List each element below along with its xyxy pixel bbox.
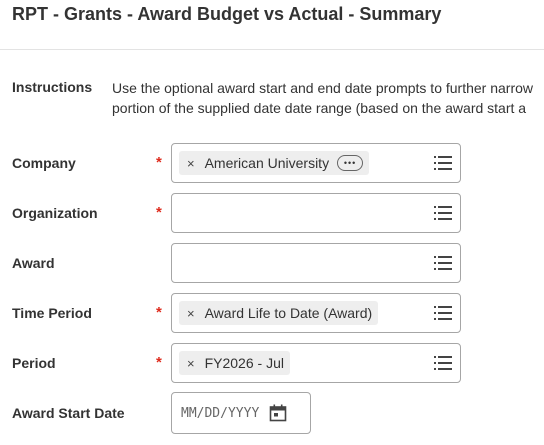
list-icon[interactable]: [434, 355, 452, 371]
header-divider: [0, 49, 544, 50]
company-selected-pill: × American University •••: [179, 151, 370, 175]
list-icon[interactable]: [434, 155, 452, 171]
remove-icon[interactable]: ×: [187, 306, 195, 321]
calendar-icon[interactable]: [269, 404, 287, 422]
period-value: FY2026 - Jul: [204, 355, 284, 371]
time-period-label: Time Period: [12, 305, 92, 321]
organization-required-marker: *: [156, 204, 162, 221]
period-field[interactable]: × FY2026 - Jul: [171, 343, 461, 383]
more-options-icon[interactable]: •••: [337, 155, 364, 171]
remove-icon[interactable]: ×: [187, 356, 195, 371]
instructions-line-2: portion of the supplied date date range …: [112, 100, 527, 116]
time-period-value: Award Life to Date (Award): [204, 305, 373, 321]
company-field[interactable]: × American University •••: [171, 143, 461, 183]
instructions-text: Use the optional award start and end dat…: [112, 78, 544, 118]
award-field[interactable]: [171, 243, 461, 283]
time-period-selected-pill: × Award Life to Date (Award): [179, 301, 379, 325]
award-start-date-field[interactable]: MM/DD/YYYY: [171, 392, 311, 434]
company-label: Company: [12, 155, 76, 171]
list-icon[interactable]: [434, 255, 452, 271]
organization-field[interactable]: [171, 193, 461, 233]
list-icon[interactable]: [434, 205, 452, 221]
award-label: Award: [12, 255, 55, 271]
period-label: Period: [12, 355, 56, 371]
company-required-marker: *: [156, 154, 162, 171]
list-icon[interactable]: [434, 305, 452, 321]
period-selected-pill: × FY2026 - Jul: [179, 351, 290, 375]
organization-label: Organization: [12, 205, 98, 221]
period-required-marker: *: [156, 354, 162, 371]
award-start-date-label: Award Start Date: [12, 405, 125, 421]
award-start-date-placeholder[interactable]: MM/DD/YYYY: [181, 406, 259, 421]
company-value: American University: [204, 155, 330, 171]
time-period-required-marker: *: [156, 304, 162, 321]
instructions-line-1: Use the optional award start and end dat…: [112, 80, 534, 96]
page-title: RPT - Grants - Award Budget vs Actual - …: [12, 4, 442, 24]
time-period-field[interactable]: × Award Life to Date (Award): [171, 293, 461, 333]
remove-icon[interactable]: ×: [187, 156, 195, 171]
instructions-label: Instructions: [12, 79, 93, 95]
